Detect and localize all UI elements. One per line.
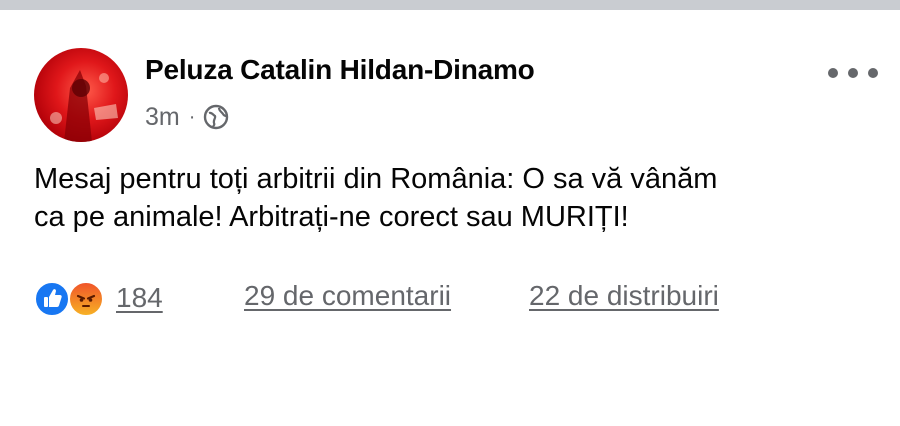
post-text-line: Mesaj pentru toți arbitrii din România: … (34, 163, 718, 195)
more-options-icon (868, 68, 878, 78)
meta-separator: · (188, 105, 196, 128)
post-meta: 3m · (145, 102, 229, 132)
reaction-count[interactable]: 184 (116, 282, 163, 314)
more-options-icon (848, 68, 858, 78)
more-options-button[interactable] (828, 58, 878, 88)
more-options-icon (828, 68, 838, 78)
post-text-line: ca pe animale! Arbitrați-ne corect sau M… (34, 201, 629, 233)
reaction-icons (34, 279, 108, 317)
timestamp[interactable]: 3m (145, 103, 180, 132)
shares-link[interactable]: 22 de distribuiri (529, 280, 719, 312)
top-bar (0, 0, 900, 10)
like-icon (34, 281, 70, 317)
author-name[interactable]: Peluza Catalin Hildan-Dinamo (145, 54, 535, 86)
post-text: Mesaj pentru toți arbitrii din România: … (34, 160, 874, 236)
avatar[interactable] (34, 48, 128, 142)
angry-icon (68, 281, 104, 317)
post-card: Peluza Catalin Hildan-Dinamo 3m · Mesaj … (0, 10, 900, 426)
avatar-image (50, 70, 118, 142)
globe-icon[interactable] (203, 104, 229, 130)
reactions-summary[interactable]: 184 (34, 278, 163, 318)
comments-link[interactable]: 29 de comentarii (244, 280, 451, 312)
